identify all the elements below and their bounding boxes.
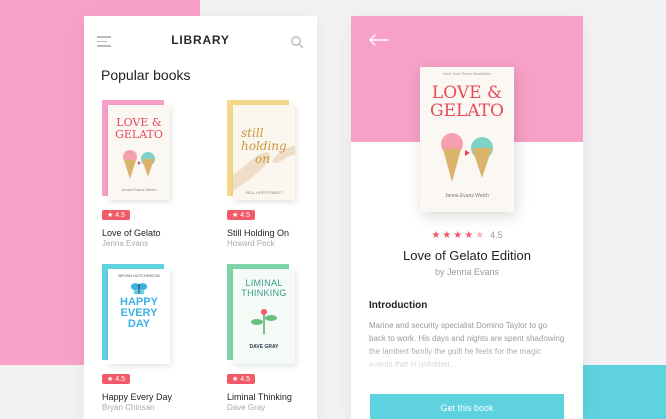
cover-art: BRYAN HUTCHINSON HAPPY EVERY DAY xyxy=(108,269,170,364)
back-arrow-icon[interactable] xyxy=(369,34,389,46)
cover-art: LOVE & GELATO Jenna Evans Welch xyxy=(108,105,170,200)
ice-cream-illustration xyxy=(441,133,493,182)
book-card-liminal-thinking[interactable]: LIMINAL THINKING DAVE GRAY ★ 4.5 Liminal… xyxy=(227,264,317,412)
cover-art: still holding on KELL HOFFSTAEDT xyxy=(233,105,295,200)
star-rating: ★★★★★ 4.5 xyxy=(351,230,583,241)
star-icon: ★★★★ xyxy=(431,230,476,241)
book-card-happy-every-day[interactable]: BRYAN HUTCHINSON HAPPY EVERY DAY ★ 4.5 H… xyxy=(102,264,202,412)
book-title: Liminal Thinking xyxy=(227,392,292,402)
page-title: LIBRARY xyxy=(171,33,230,47)
rating-badge: ★ 4.5 xyxy=(227,374,255,384)
book-detail-screen: New York Times Bestseller LOVE & GELATO … xyxy=(351,16,583,419)
library-screen: LIBRARY Popular books LOVE & GELATO Jenn… xyxy=(84,16,317,419)
book-author: Howard Peck xyxy=(227,239,275,248)
book-title: Love of Gelato Edition xyxy=(403,248,531,263)
book-title: Happy Every Day xyxy=(102,392,173,402)
book-author: Dave Gray xyxy=(227,403,266,412)
book-title: Love of Gelato xyxy=(102,228,161,238)
book-author: Bryan Chinsan xyxy=(102,403,155,412)
rating-value: 4.5 xyxy=(490,230,503,240)
book-cover: LIMINAL THINKING DAVE GRAY xyxy=(227,264,299,364)
introduction-heading: Introduction xyxy=(369,300,428,311)
ice-cream-illustration xyxy=(123,150,155,179)
book-title: Still Holding On xyxy=(227,228,290,238)
text-fade xyxy=(351,346,583,376)
book-cover: BRYAN HUTCHINSON HAPPY EVERY DAY xyxy=(102,264,174,364)
butterfly-icon xyxy=(130,283,148,295)
rating-badge: ★ 4.5 xyxy=(102,210,130,220)
star-icon: ★ xyxy=(475,230,487,241)
library-header: LIBRARY xyxy=(84,16,317,66)
get-this-book-button[interactable]: Get this book xyxy=(370,394,564,419)
section-title: Popular books xyxy=(101,67,191,83)
book-card-love-of-gelato[interactable]: LOVE & GELATO Jenna Evans Welch ★ 4.5 Lo… xyxy=(102,100,202,248)
cover-art: LIMINAL THINKING DAVE GRAY xyxy=(233,269,295,364)
rating-badge: ★ 4.5 xyxy=(102,374,130,384)
book-card-still-holding-on[interactable]: still holding on KELL HOFFSTAEDT ★ 4.5 S… xyxy=(227,100,317,248)
book-cover: LOVE & GELATO Jenna Evans Welch xyxy=(102,100,174,200)
search-icon[interactable] xyxy=(290,35,304,49)
book-author: Jenna Evans xyxy=(102,239,149,248)
rating-badge: ★ 4.5 xyxy=(227,210,255,220)
book-cover: still holding on KELL HOFFSTAEDT xyxy=(227,100,299,200)
plant-illustration xyxy=(251,309,277,334)
detail-book-cover: New York Times Bestseller LOVE & GELATO … xyxy=(420,67,514,212)
book-author: by Jenna Evans xyxy=(434,267,500,277)
